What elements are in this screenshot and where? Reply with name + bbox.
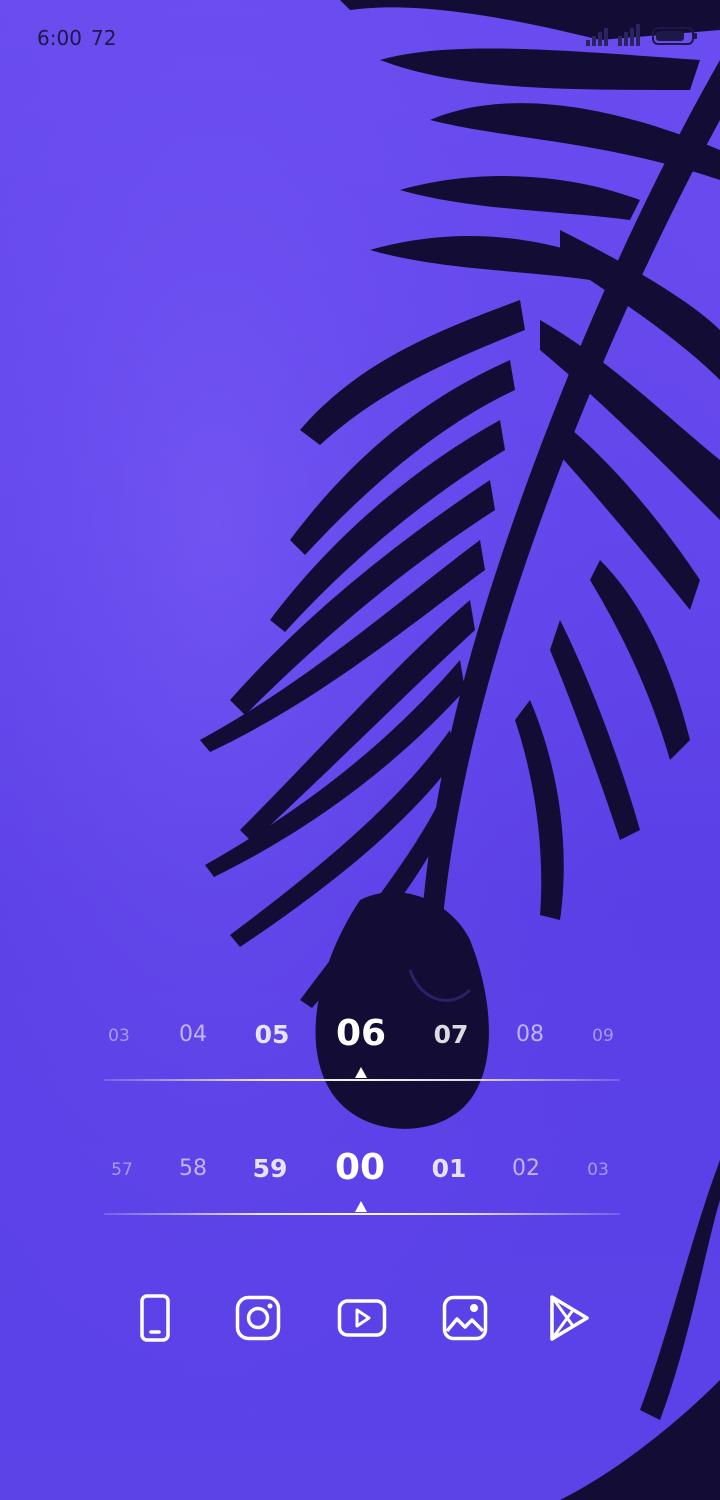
phone-icon bbox=[140, 1294, 170, 1342]
app-dock bbox=[0, 1288, 720, 1348]
wallpaper-leaf-image bbox=[0, 0, 720, 1500]
signal-bars-icon bbox=[586, 24, 640, 46]
hour-option[interactable]: 03 bbox=[108, 1028, 130, 1045]
minute-option[interactable]: 03 bbox=[587, 1162, 609, 1179]
youtube-app-button[interactable] bbox=[334, 1288, 390, 1348]
minute-option[interactable]: 02 bbox=[512, 1158, 540, 1180]
minute-option[interactable]: 57 bbox=[111, 1162, 133, 1179]
hour-track bbox=[104, 1079, 620, 1081]
lock-screen: 6:00 72 03 04 05 06 07 08 09 57 58 59 00… bbox=[0, 0, 720, 1500]
hour-option[interactable]: 05 bbox=[255, 1022, 290, 1047]
battery-icon bbox=[652, 27, 697, 45]
minute-picker[interactable]: 57 58 59 00 01 02 03 bbox=[104, 1140, 620, 1230]
hour-option[interactable]: 09 bbox=[592, 1028, 614, 1045]
minute-indicator-icon bbox=[355, 1201, 367, 1212]
youtube-icon bbox=[337, 1299, 387, 1337]
phone-app-button[interactable] bbox=[127, 1288, 183, 1348]
minute-track bbox=[104, 1213, 620, 1215]
minute-selected[interactable]: 00 bbox=[335, 1150, 385, 1186]
hour-option[interactable]: 07 bbox=[434, 1022, 469, 1047]
battery-level: 72 bbox=[91, 26, 117, 50]
status-time: 6:00 bbox=[37, 26, 82, 50]
instagram-app-button[interactable] bbox=[230, 1288, 286, 1348]
hour-option[interactable]: 08 bbox=[516, 1024, 544, 1046]
hour-indicator-icon bbox=[355, 1067, 367, 1078]
status-bar: 6:00 72 bbox=[0, 0, 720, 72]
instagram-icon bbox=[235, 1295, 281, 1341]
play-store-icon bbox=[550, 1295, 589, 1341]
hour-selected[interactable]: 06 bbox=[336, 1016, 386, 1052]
gallery-icon bbox=[442, 1295, 488, 1341]
hour-option[interactable]: 04 bbox=[179, 1024, 207, 1046]
gallery-app-button[interactable] bbox=[437, 1288, 493, 1348]
hour-picker[interactable]: 03 04 05 06 07 08 09 bbox=[104, 1006, 620, 1096]
minute-option[interactable]: 58 bbox=[179, 1158, 207, 1180]
minute-option[interactable]: 01 bbox=[432, 1156, 467, 1181]
minute-option[interactable]: 59 bbox=[253, 1156, 288, 1181]
play-store-app-button[interactable] bbox=[541, 1288, 597, 1348]
